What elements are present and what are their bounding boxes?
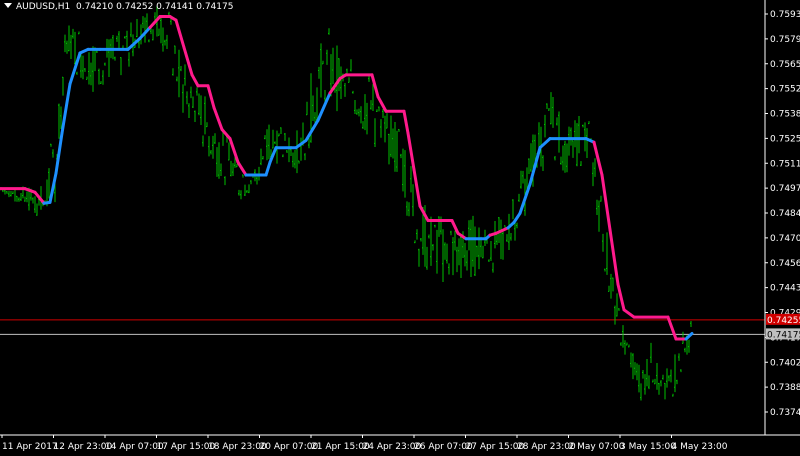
moving-average-segment bbox=[54, 131, 64, 175]
moving-average-segment bbox=[616, 282, 626, 312]
time-tick-label: 11 Apr 2017 bbox=[2, 442, 58, 452]
time-tick-label: 14 Apr 07:00 bbox=[105, 442, 164, 452]
moving-average-segment bbox=[190, 73, 200, 88]
chart-canvas[interactable]: 0.75934 0.75797 0.75656 0.75524 0.75384 0.752… bbox=[0, 0, 800, 456]
price-tick-label: 0.74979 bbox=[770, 184, 800, 194]
moving-average-segment bbox=[212, 106, 224, 131]
bid-price-label: 0.74175 bbox=[767, 330, 800, 340]
price-tick-label: 0.74709 bbox=[770, 234, 800, 244]
moving-average-segment bbox=[412, 168, 422, 208]
price-tick-label: 0.73889 bbox=[770, 383, 800, 393]
moving-average-segment bbox=[264, 160, 272, 177]
price-tick-label: 0.74844 bbox=[770, 209, 800, 219]
moving-average-line bbox=[0, 15, 694, 341]
moving-average-segment bbox=[316, 91, 332, 122]
price-tick-label: 0.73749 bbox=[770, 408, 800, 418]
chart-title: AUDUSD,H1 0.74210 0.74252 0.74141 0.7417… bbox=[4, 2, 233, 12]
moving-average-segment bbox=[174, 18, 186, 50]
chart-menu-triangle-icon[interactable] bbox=[4, 3, 12, 8]
moving-average-segment bbox=[418, 204, 430, 223]
price-tick-label: 0.74434 bbox=[770, 284, 800, 294]
moving-average-segment bbox=[622, 308, 636, 319]
time-tick-label: 3 May 15:00 bbox=[620, 442, 676, 452]
time-tick-label: 2 May 07:00 bbox=[569, 442, 625, 452]
moving-average-segment bbox=[228, 137, 240, 164]
moving-average-segment bbox=[402, 109, 410, 135]
moving-average-segment bbox=[236, 160, 248, 177]
time-tick-label: 18 Apr 23:00 bbox=[208, 442, 267, 452]
price-tick-label: 0.75797 bbox=[770, 35, 800, 45]
price-tick-label: 0.75524 bbox=[770, 85, 800, 95]
moving-average-segment bbox=[666, 315, 678, 341]
time-tick-label: 21 Apr 15:00 bbox=[311, 442, 370, 452]
price-tick-label: 0.75384 bbox=[770, 110, 800, 120]
time-tick-label: 28 Apr 23:00 bbox=[517, 442, 576, 452]
price-tick-label: 0.74024 bbox=[770, 358, 800, 368]
price-tick-label: 0.75114 bbox=[770, 159, 800, 169]
time-tick-label: 4 May 23:00 bbox=[672, 442, 728, 452]
time-axis: 11 Apr 201712 Apr 23:0014 Apr 07:0017 Ap… bbox=[1, 435, 728, 452]
price-bars bbox=[0, 6, 692, 401]
time-tick-label: 12 Apr 23:00 bbox=[54, 442, 113, 452]
symbol-label: AUDUSD,H1 bbox=[16, 2, 71, 12]
moving-average-segment bbox=[304, 118, 320, 142]
price-tick-label: 0.74565 bbox=[770, 259, 800, 269]
chart-window[interactable]: 0.75934 0.75797 0.75656 0.75524 0.75384 0.752… bbox=[0, 0, 800, 456]
time-tick-label: 17 Apr 15:00 bbox=[157, 442, 216, 452]
price-tick-label: 0.75252 bbox=[770, 134, 800, 144]
time-tick-label: 24 Apr 23:00 bbox=[363, 442, 422, 452]
price-tick-label: 0.75656 bbox=[770, 60, 800, 70]
moving-average-segment bbox=[206, 84, 216, 110]
moving-average-segment bbox=[600, 173, 612, 232]
price-tick-label: 0.75934 bbox=[770, 10, 800, 20]
ohlc-values: 0.74210 0.74252 0.74141 0.74175 bbox=[76, 2, 234, 12]
time-tick-label: 20 Apr 07:00 bbox=[260, 442, 319, 452]
moving-average-segment bbox=[406, 131, 416, 172]
moving-average-segment bbox=[512, 211, 522, 224]
moving-average-segment bbox=[494, 226, 510, 235]
time-tick-label: 27 Apr 15:00 bbox=[466, 442, 525, 452]
time-tick-label: 26 Apr 07:00 bbox=[414, 442, 473, 452]
ask-price-label: 0.74255 bbox=[767, 316, 800, 326]
